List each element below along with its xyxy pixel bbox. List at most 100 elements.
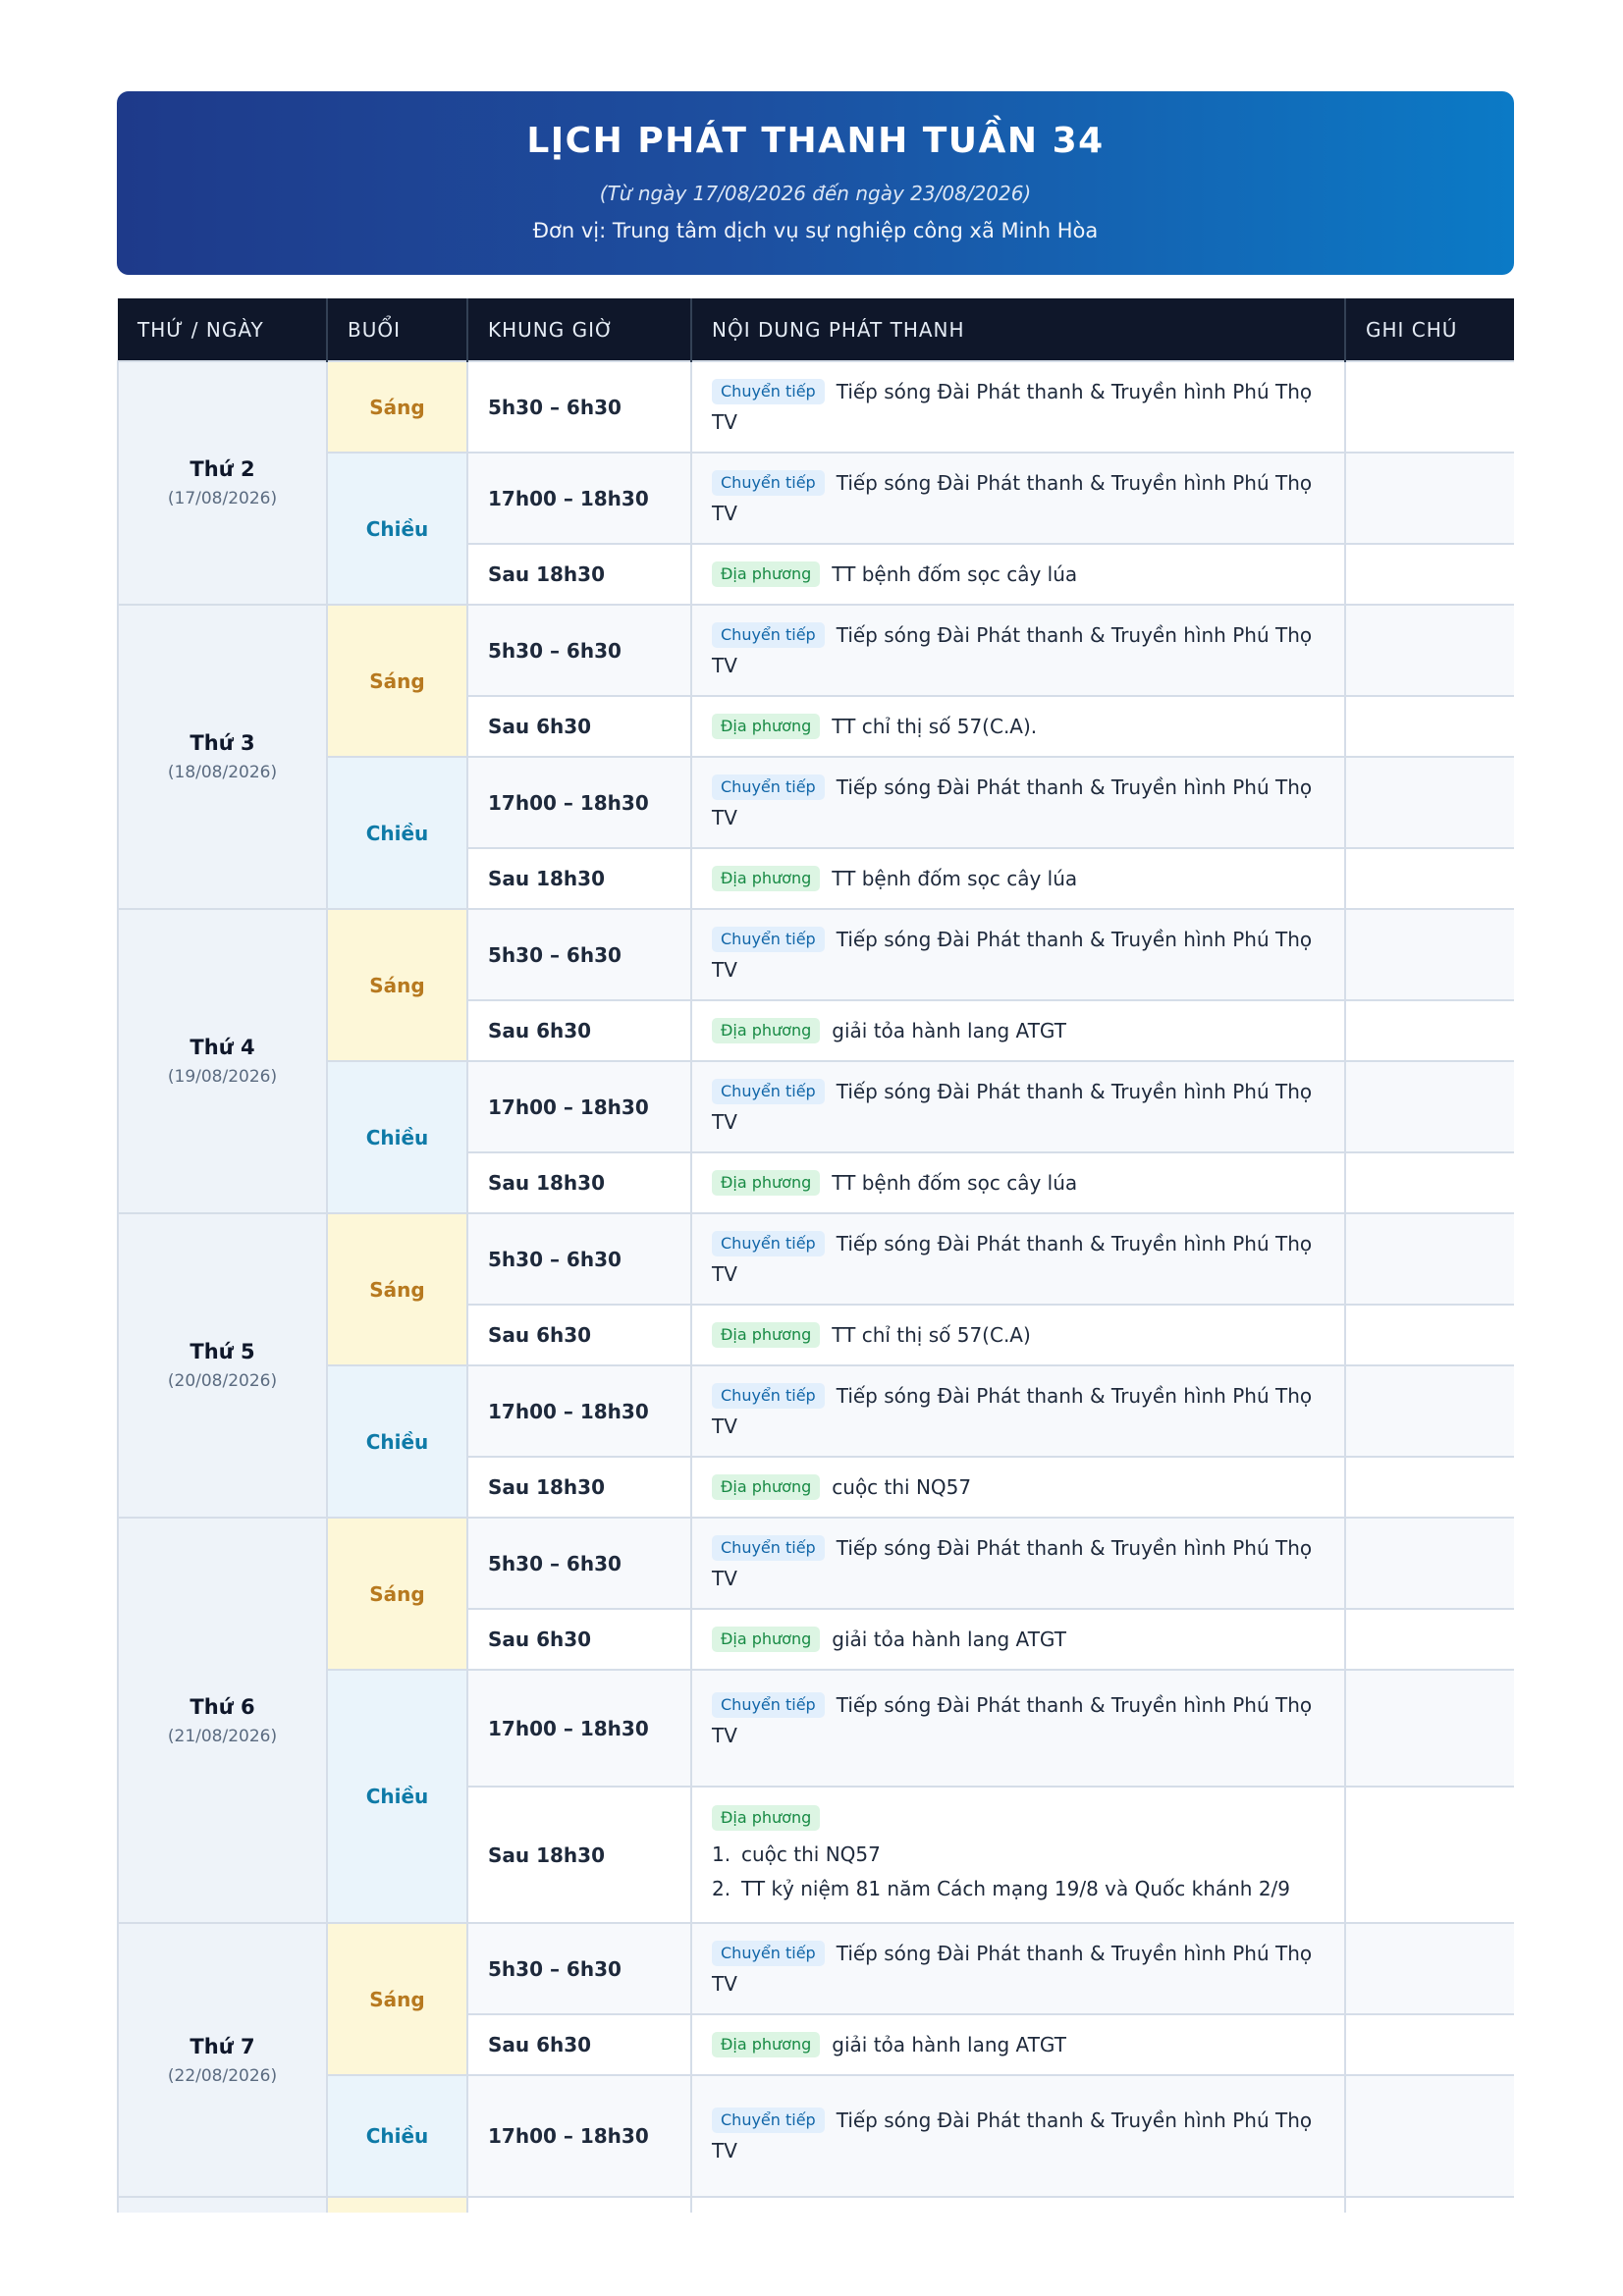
content-list: 1. cuộc thi NQ57 2. TT kỷ niệm 81 năm Cách…	[712, 1838, 1325, 1906]
note-cell	[1344, 604, 1514, 697]
broadcast-content: Địa phương TT chỉ thị số 57(C.A).	[690, 695, 1346, 758]
day-name: Thứ 2	[189, 457, 255, 481]
time-slot: Sau 18h30	[466, 1786, 692, 1924]
note-cell	[1344, 1669, 1514, 1788]
table-row: Chiều 17h00 – 18h30 Chuyển tiếp Tiếp sóng…	[118, 2074, 1514, 2198]
note-cell	[1344, 2074, 1514, 2198]
day-date: (22/08/2026)	[167, 2065, 278, 2086]
tag-local: Địa phương	[712, 2031, 821, 2057]
tag-relay: Chuyển tiếp	[712, 621, 825, 648]
time-slot: Sau 6h30	[466, 999, 692, 1062]
col-header-content: NỘI DUNG PHÁT THANH	[691, 298, 1346, 361]
session-morning: Sáng	[326, 604, 468, 758]
day-cell: Thứ 2 (17/08/2026)	[117, 360, 328, 606]
day-cell	[117, 2196, 328, 2213]
table-row	[117, 2196, 1514, 2213]
session-afternoon: Chiều	[326, 2074, 468, 2198]
table-row: Thứ 4 (19/08/2026) Sáng 5h30 – 6h30 Chuy…	[117, 908, 1514, 1214]
content-text: TT chỉ thị số 57(C.A).	[832, 714, 1038, 738]
day-name: Thứ 6	[189, 1694, 255, 1719]
list-item-text: cuộc thi NQ57	[741, 1842, 881, 1866]
col-header-day: THỨ / NGÀY	[118, 298, 328, 361]
time-slot: 5h30 – 6h30	[466, 908, 692, 1001]
note-cell	[1344, 2196, 1514, 2213]
note-cell	[1344, 1304, 1514, 1366]
note-cell	[1344, 1517, 1514, 1610]
broadcast-content: Địa phương TT bệnh đốm sọc cây lúa	[690, 543, 1346, 606]
list-item-text: TT kỷ niệm 81 năm Cách mạng 19/8 và Quốc…	[741, 1877, 1291, 1900]
table-row: Thứ 2 (17/08/2026) Sáng 5h30 – 6h30 Chuy…	[117, 360, 1514, 606]
broadcast-content	[690, 2196, 1346, 2213]
broadcast-content: Chuyển tiếp Tiếp sóng Đài Phát thanh & Tr…	[690, 2074, 1346, 2198]
day-date: (19/08/2026)	[167, 1067, 278, 1087]
time-slot: 17h00 – 18h30	[466, 452, 692, 545]
broadcast-content: Chuyển tiếp Tiếp sóng Đài Phát thanh & Tr…	[690, 756, 1346, 849]
col-header-time: KHUNG GIỜ	[467, 298, 692, 361]
tag-relay: Chuyển tiếp	[712, 1940, 825, 1966]
note-cell	[1344, 2013, 1514, 2076]
time-slot: Sau 18h30	[466, 847, 692, 910]
time-slot: Sau 6h30	[466, 1608, 692, 1671]
table-header-row: THỨ / NGÀY BUỔI KHUNG GIỜ NỘI DUNG PHÁT …	[118, 298, 1514, 361]
time-slot: Sau 18h30	[466, 1151, 692, 1214]
session-afternoon: Chiều	[326, 1669, 468, 1924]
tag-relay: Chuyển tiếp	[712, 774, 825, 800]
session-morning-partial	[326, 2196, 468, 2213]
broadcast-content: Chuyển tiếp Tiếp sóng Đài Phát thanh & Tr…	[690, 1060, 1346, 1153]
session-morning: Sáng	[326, 360, 468, 454]
table-row: Chiều 17h00 – 18h30 Chuyển tiếp Tiếp sóng…	[118, 1364, 1514, 1519]
time-slot: 5h30 – 6h30	[466, 1922, 692, 2015]
session-morning: Sáng	[326, 1922, 468, 2076]
time-slot	[466, 2196, 692, 2213]
session-afternoon: Chiều	[326, 756, 468, 910]
page-title: LỊCH PHÁT THANH TUẦN 34	[526, 121, 1105, 161]
note-cell	[1344, 847, 1514, 910]
time-slot: 17h00 – 18h30	[466, 1364, 692, 1458]
tag-local: Địa phương	[712, 1017, 821, 1043]
schedule-table: THỨ / NGÀY BUỔI KHUNG GIỜ NỘI DUNG PHÁT …	[117, 298, 1514, 2213]
tag-local: Địa phương	[712, 1626, 821, 1652]
tag-relay: Chuyển tiếp	[712, 1382, 825, 1409]
note-cell	[1344, 360, 1514, 454]
day-name: Thứ 7	[189, 2034, 255, 2058]
table-row: Chiều 17h00 – 18h30 Chuyển tiếp Tiếp sóng…	[118, 756, 1514, 910]
broadcast-content: Địa phương giải tỏa hành lang ATGT	[690, 999, 1346, 1062]
col-header-note: GHI CHÚ	[1345, 298, 1514, 361]
content-text: giải tỏa hành lang ATGT	[832, 1018, 1066, 1042]
tag-relay: Chuyển tiếp	[712, 1692, 825, 1718]
broadcast-content: Chuyển tiếp Tiếp sóng Đài Phát thanh & Tr…	[690, 1364, 1346, 1458]
time-slot: 17h00 – 18h30	[466, 1669, 692, 1788]
list-item: 1. cuộc thi NQ57	[712, 1842, 881, 1866]
day-cell: Thứ 5 (20/08/2026)	[117, 1212, 328, 1519]
list-item: 2. TT kỷ niệm 81 năm Cách mạng 19/8 và Qu…	[712, 1877, 1291, 1900]
tag-relay: Chuyển tiếp	[712, 1534, 825, 1561]
day-cell: Thứ 7 (22/08/2026)	[117, 1922, 328, 2198]
table-row: Chiều 17h00 – 18h30 Chuyển tiếp Tiếp sóng…	[118, 1669, 1514, 1924]
note-cell	[1344, 908, 1514, 1001]
date-range: (Từ ngày 17/08/2026 đến ngày 23/08/2026)	[599, 182, 1032, 205]
broadcast-content: Địa phương TT chỉ thị số 57(C.A)	[690, 1304, 1346, 1366]
schedule-header: LỊCH PHÁT THANH TUẦN 34 (Từ ngày 17/08/2…	[117, 91, 1514, 275]
note-cell	[1344, 1212, 1514, 1306]
table-row: Chiều 17h00 – 18h30 Chuyển tiếp Tiếp sóng…	[118, 452, 1514, 606]
content-text: TT bệnh đốm sọc cây lúa	[832, 1170, 1078, 1195]
tag-relay: Chuyển tiếp	[712, 469, 825, 496]
day-name: Thứ 3	[189, 731, 255, 755]
time-slot: 5h30 – 6h30	[466, 604, 692, 697]
tag-relay: Chuyển tiếp	[712, 926, 825, 952]
tag-local: Địa phương	[712, 713, 821, 739]
note-cell	[1344, 1364, 1514, 1458]
col-header-session: BUỔI	[327, 298, 468, 361]
tag-relay: Chuyển tiếp	[712, 1078, 825, 1104]
session-afternoon: Chiều	[326, 1364, 468, 1519]
tag-local: Địa phương	[712, 865, 821, 891]
broadcast-content: Chuyển tiếp Tiếp sóng Đài Phát thanh & Tr…	[690, 604, 1346, 697]
table-row: Thứ 6 (21/08/2026) Sáng 5h30 – 6h30 Chuy…	[117, 1517, 1514, 1924]
note-cell	[1344, 695, 1514, 758]
table-row: Thứ 7 (22/08/2026) Sáng 5h30 – 6h30 Chuy…	[117, 1922, 1514, 2198]
content-text: cuộc thi NQ57	[832, 1474, 972, 1499]
time-slot: 17h00 – 18h30	[466, 1060, 692, 1153]
broadcast-content: Địa phương giải tỏa hành lang ATGT	[690, 1608, 1346, 1671]
broadcast-content: Địa phương TT bệnh đốm sọc cây lúa	[690, 847, 1346, 910]
time-slot: 5h30 – 6h30	[466, 1517, 692, 1610]
